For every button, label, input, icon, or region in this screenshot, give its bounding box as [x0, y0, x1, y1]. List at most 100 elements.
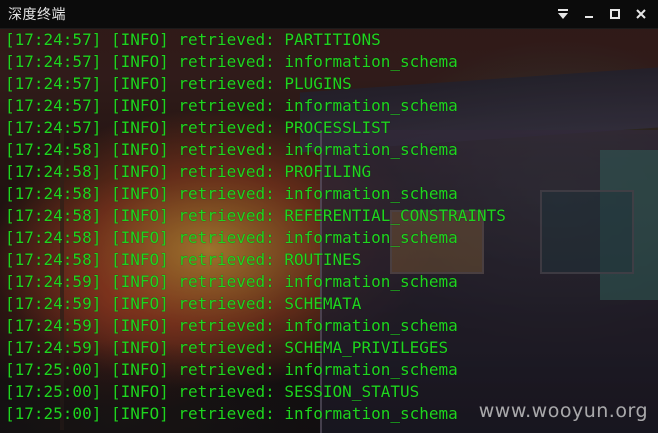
log-line: [17:24:58] [INFO] retrieved: information…	[5, 227, 458, 249]
minimize-icon[interactable]	[578, 3, 600, 25]
log-line: [17:24:57] [INFO] retrieved: information…	[5, 95, 458, 117]
log-level: [INFO]	[110, 338, 169, 357]
log-level: [INFO]	[110, 206, 169, 225]
log-line: [17:24:58] [INFO] retrieved: information…	[5, 139, 458, 161]
log-line: [17:24:57] [INFO] retrieved: information…	[5, 51, 458, 73]
log-level: [INFO]	[110, 30, 169, 49]
log-level: [INFO]	[110, 250, 169, 269]
log-value: information_schema	[284, 404, 458, 423]
log-value: information_schema	[284, 272, 458, 291]
log-message: retrieved:	[178, 30, 275, 49]
log-line: [17:24:59] [INFO] retrieved: information…	[5, 271, 458, 293]
log-timestamp: [17:24:57]	[5, 30, 102, 49]
log-line: [17:25:00] [INFO] retrieved: information…	[5, 359, 458, 381]
log-value: information_schema	[284, 96, 458, 115]
log-value: information_schema	[284, 316, 458, 335]
log-line: [17:24:58] [INFO] retrieved: REFERENTIAL…	[5, 205, 506, 227]
log-timestamp: [17:24:58]	[5, 228, 102, 247]
log-timestamp: [17:24:59]	[5, 294, 102, 313]
log-timestamp: [17:24:58]	[5, 250, 102, 269]
log-message: retrieved:	[178, 338, 275, 357]
log-message: retrieved:	[178, 272, 275, 291]
log-line: [17:24:59] [INFO] retrieved: SCHEMATA	[5, 293, 361, 315]
log-timestamp: [17:25:00]	[5, 404, 102, 423]
log-line: [17:24:57] [INFO] retrieved: PLUGINS	[5, 73, 352, 95]
log-timestamp: [17:24:59]	[5, 338, 102, 357]
close-icon[interactable]	[630, 3, 652, 25]
log-value: ROUTINES	[284, 250, 362, 269]
log-timestamp: [17:24:58]	[5, 140, 102, 159]
log-message: retrieved:	[178, 250, 275, 269]
window-controls	[552, 0, 658, 28]
log-value: REFERENTIAL_CONSTRAINTS	[284, 206, 506, 225]
log-value: SESSION_STATUS	[284, 382, 420, 401]
log-level: [INFO]	[110, 140, 169, 159]
log-level: [INFO]	[110, 272, 169, 291]
log-level: [INFO]	[110, 316, 169, 335]
log-line: [17:25:00] [INFO] retrieved: information…	[5, 403, 458, 425]
log-value: information_schema	[284, 140, 458, 159]
log-message: retrieved:	[178, 382, 275, 401]
log-value: PLUGINS	[284, 74, 352, 93]
log-value: SCHEMATA	[284, 294, 362, 313]
log-message: retrieved:	[178, 404, 275, 423]
log-level: [INFO]	[110, 96, 169, 115]
terminal-output[interactable]: [17:24:57] [INFO] retrieved: PARTITIONS[…	[0, 29, 658, 433]
log-value: SCHEMA_PRIVILEGES	[284, 338, 449, 357]
log-level: [INFO]	[110, 228, 169, 247]
window-title: 深度终端	[8, 7, 66, 23]
terminal-window: 深度终端 [17:24:57] [INFO] retrieved: PARTIT…	[0, 0, 658, 433]
log-timestamp: [17:24:59]	[5, 316, 102, 335]
log-timestamp: [17:24:59]	[5, 272, 102, 291]
log-message: retrieved:	[178, 206, 275, 225]
log-level: [INFO]	[110, 118, 169, 137]
log-level: [INFO]	[110, 294, 169, 313]
log-timestamp: [17:24:58]	[5, 162, 102, 181]
log-timestamp: [17:24:58]	[5, 184, 102, 203]
log-message: retrieved:	[178, 118, 275, 137]
log-timestamp: [17:24:57]	[5, 118, 102, 137]
log-level: [INFO]	[110, 52, 169, 71]
log-line: [17:24:58] [INFO] retrieved: information…	[5, 183, 458, 205]
log-message: retrieved:	[178, 294, 275, 313]
log-message: retrieved:	[178, 184, 275, 203]
title-bar[interactable]: 深度终端	[0, 0, 658, 29]
log-line: [17:25:00] [INFO] retrieved: SESSION_STA…	[5, 381, 419, 403]
log-line: [17:24:58] [INFO] retrieved: PROFILING	[5, 161, 371, 183]
log-timestamp: [17:24:57]	[5, 74, 102, 93]
log-message: retrieved:	[178, 360, 275, 379]
log-value: PROFILING	[284, 162, 372, 181]
log-level: [INFO]	[110, 184, 169, 203]
log-message: retrieved:	[178, 162, 275, 181]
log-message: retrieved:	[178, 52, 275, 71]
log-timestamp: [17:24:57]	[5, 96, 102, 115]
log-level: [INFO]	[110, 382, 169, 401]
log-level: [INFO]	[110, 404, 169, 423]
log-level: [INFO]	[110, 162, 169, 181]
log-timestamp: [17:25:00]	[5, 360, 102, 379]
log-value: PARTITIONS	[284, 30, 381, 49]
log-message: retrieved:	[178, 96, 275, 115]
log-line: [17:24:57] [INFO] retrieved: PROCESSLIST	[5, 117, 390, 139]
log-level: [INFO]	[110, 74, 169, 93]
log-value: PROCESSLIST	[284, 118, 391, 137]
log-line: [17:24:59] [INFO] retrieved: SCHEMA_PRIV…	[5, 337, 448, 359]
log-line: [17:24:59] [INFO] retrieved: information…	[5, 315, 458, 337]
log-value: information_schema	[284, 360, 458, 379]
log-message: retrieved:	[178, 140, 275, 159]
maximize-icon[interactable]	[604, 3, 626, 25]
log-value: information_schema	[284, 52, 458, 71]
log-line: [17:24:57] [INFO] retrieved: PARTITIONS	[5, 29, 381, 51]
log-timestamp: [17:24:58]	[5, 206, 102, 225]
menu-dropdown-icon[interactable]	[552, 3, 574, 25]
log-line: [17:24:58] [INFO] retrieved: ROUTINES	[5, 249, 361, 271]
log-message: retrieved:	[178, 316, 275, 335]
log-value: information_schema	[284, 228, 458, 247]
log-message: retrieved:	[178, 228, 275, 247]
log-timestamp: [17:24:57]	[5, 52, 102, 71]
watermark-text: www.wooyun.org	[478, 400, 648, 422]
log-timestamp: [17:25:00]	[5, 382, 102, 401]
log-level: [INFO]	[110, 360, 169, 379]
log-message: retrieved:	[178, 74, 275, 93]
log-value: information_schema	[284, 184, 458, 203]
